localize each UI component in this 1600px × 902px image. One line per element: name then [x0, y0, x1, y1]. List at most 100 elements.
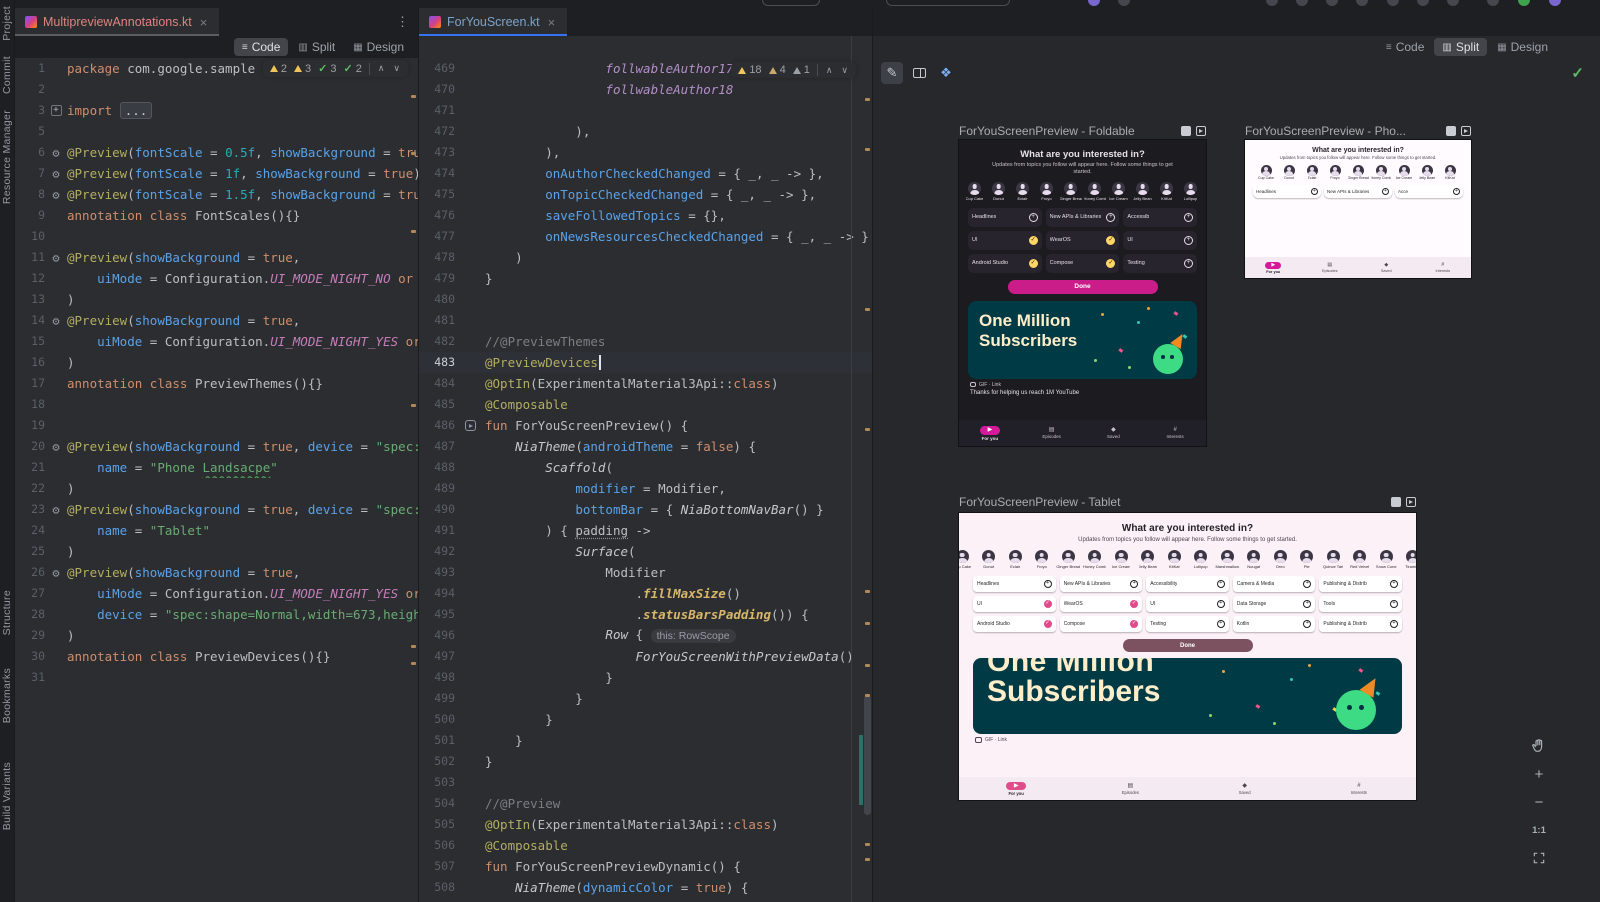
pencil-icon[interactable]: ✎	[881, 62, 903, 84]
topic-chip[interactable]: Android Studio✓	[973, 616, 1056, 632]
author-item[interactable]: Donut	[977, 550, 1002, 569]
followed-check-icon[interactable]: ✓	[1044, 600, 1052, 608]
author-item[interactable]: Quince Tart	[1321, 550, 1346, 569]
followed-check-icon[interactable]: ✓	[1130, 600, 1138, 608]
titlebar-icon[interactable]	[1356, 0, 1368, 6]
code-line[interactable]: 476 saveFollowedTopics = {},	[419, 205, 872, 226]
author-item[interactable]: Ice Cream	[1394, 165, 1415, 180]
follow-plus-icon[interactable]: +	[1106, 213, 1115, 222]
nav-item-interests[interactable]: #Interests	[1144, 427, 1206, 439]
close-tab-icon[interactable]: ×	[198, 14, 210, 31]
author-item[interactable]: Ginger Bread	[1056, 550, 1081, 569]
preview-settings-gear-icon[interactable]: ⚙	[52, 189, 59, 201]
code-line[interactable]: 487 NiaTheme(androidTheme = false) {	[419, 436, 872, 457]
titlebar-icon[interactable]	[1387, 0, 1399, 6]
code-line[interactable]: 484@OptIn(ExperimentalMaterial3Api::clas…	[419, 373, 872, 394]
titlebar-icon[interactable]	[1266, 0, 1278, 6]
follow-plus-icon[interactable]: +	[1029, 213, 1038, 222]
code-area[interactable]: 469 follwableAuthor17,470 follwableAutho…	[419, 58, 872, 898]
view-mode-design[interactable]: ▦Design	[1489, 38, 1556, 56]
titlebar-widget[interactable]	[762, 0, 820, 6]
zoom-out-button[interactable]: −	[1528, 791, 1550, 813]
followed-check-icon[interactable]: ✓	[1044, 620, 1052, 628]
tool-window-button-structure[interactable]: Structure	[1, 590, 13, 635]
code-line[interactable]: 501 }	[419, 730, 872, 751]
code-line[interactable]: 24 name = "Tablet"	[15, 520, 418, 541]
view-mode-design[interactable]: ▦Design	[345, 38, 412, 56]
zoom-in-button[interactable]: +	[1528, 763, 1550, 785]
followed-check-icon[interactable]: ✓	[1106, 236, 1115, 245]
code-line[interactable]: 508 NiaTheme(dynamicColor = true) {	[419, 877, 872, 898]
authors-row[interactable]: Cup CakeDonutEclairFroyoGinger BreadHone…	[959, 550, 1416, 569]
topic-chip[interactable]: Headlines+	[973, 576, 1056, 592]
follow-plus-icon[interactable]: +	[1130, 580, 1138, 588]
author-item[interactable]: Snow Cone	[1374, 550, 1399, 569]
author-item[interactable]: Ginger Bread	[1060, 182, 1082, 201]
preview-foldable-card[interactable]: What are you interested in?Updates from …	[959, 140, 1206, 446]
topic-chip[interactable]: Publishing & Distrib+	[1319, 616, 1402, 632]
preview-settings-gear-icon[interactable]: ⚙	[52, 504, 59, 516]
inspection-warning[interactable]: 1	[793, 64, 810, 76]
author-item[interactable]: Donut	[988, 182, 1010, 201]
code-line[interactable]: 505@OptIn(ExperimentalMaterial3Api::clas…	[419, 814, 872, 835]
inspection-ok[interactable]: ✓3	[318, 62, 336, 75]
code-area[interactable]: 1package com.google.sample23+import ...5…	[15, 58, 418, 688]
code-editor[interactable]: 469 follwableAuthor17,470 follwableAutho…	[419, 36, 872, 902]
inspection-ok[interactable]: ✓2	[343, 62, 361, 75]
author-item[interactable]: Jelly Bean	[1417, 165, 1438, 180]
author-item[interactable]: Lollipop	[1189, 550, 1214, 569]
topic-chip[interactable]: UI+	[1146, 596, 1229, 612]
follow-plus-icon[interactable]: +	[1184, 213, 1193, 222]
nav-item-for-you[interactable]: ▶For you	[959, 782, 1073, 796]
topic-chip[interactable]: Kotlin+	[1233, 616, 1316, 632]
author-item[interactable]: Honey Comb	[1083, 550, 1108, 569]
author-item[interactable]: Lollipop	[1180, 182, 1202, 201]
titlebar-icon[interactable]	[1487, 0, 1499, 6]
author-item[interactable]: Eclair	[1003, 550, 1028, 569]
code-line[interactable]: 482//@PreviewThemes	[419, 331, 872, 352]
code-line[interactable]: 30annotation class PreviewDevices(){}	[15, 646, 418, 667]
inspection-warning[interactable]: 2	[270, 63, 287, 75]
run-preview-gutter-icon[interactable]	[465, 420, 476, 431]
code-line[interactable]: 471	[419, 100, 872, 121]
inspection-warning[interactable]: 3	[294, 63, 311, 75]
code-line[interactable]: 2	[15, 79, 418, 100]
preview-settings-gear-icon[interactable]: ⚙	[52, 168, 59, 180]
code-line[interactable]: 495 .statusBarsPadding()) {	[419, 604, 872, 625]
inspections-widget[interactable]: 1841∧∨	[731, 62, 856, 78]
topic-chip[interactable]: Headlines+	[968, 208, 1042, 227]
code-line[interactable]: 8⚙@Preview(fontScale = 1.5f, showBackgro…	[15, 184, 418, 205]
next-issue-button[interactable]: ∨	[840, 65, 849, 76]
follow-plus-icon[interactable]: +	[1390, 620, 1398, 628]
topic-chip[interactable]: UI+	[1123, 231, 1197, 250]
author-item[interactable]: KitKat	[1440, 165, 1461, 180]
author-item[interactable]: Ginger Bread	[1348, 165, 1369, 180]
code-line[interactable]: 18	[15, 394, 418, 415]
interactive-preview-icon[interactable]	[1446, 126, 1456, 136]
author-item[interactable]: Cup Cake	[959, 550, 975, 569]
code-line[interactable]: 477 onNewsResourcesCheckedChanged = { _,…	[419, 226, 872, 247]
author-item[interactable]: Froyo	[1030, 550, 1055, 569]
code-line[interactable]: 490 bottomBar = { NiaBottomNavBar() }	[419, 499, 872, 520]
code-line[interactable]: 481	[419, 310, 872, 331]
titlebar-icon[interactable]	[1326, 0, 1338, 6]
inspection-warning[interactable]: 4	[769, 64, 786, 76]
code-line[interactable]: 494 .fillMaxSize()	[419, 583, 872, 604]
follow-plus-icon[interactable]: +	[1311, 188, 1318, 195]
code-line[interactable]: 9annotation class FontScales(){}	[15, 205, 418, 226]
code-line[interactable]: 10	[15, 226, 418, 247]
run-preview-icon[interactable]	[1406, 497, 1416, 507]
topic-chip[interactable]: Publishing & Distrib+	[1319, 576, 1402, 592]
follow-plus-icon[interactable]: +	[1217, 620, 1225, 628]
code-line[interactable]: 498 }	[419, 667, 872, 688]
code-line[interactable]: 475 onTopicCheckedChanged = { _, _ -> },	[419, 184, 872, 205]
done-button[interactable]: Done	[1008, 280, 1158, 294]
nav-item-saved[interactable]: ◆Saved	[1083, 427, 1145, 439]
topic-chip[interactable]: New APIs & Libraries+	[1324, 185, 1392, 198]
topic-chip[interactable]: UI✓	[973, 596, 1056, 612]
code-line[interactable]: 474 onAuthorCheckedChanged = { _, _ -> }…	[419, 163, 872, 184]
titlebar-icon[interactable]	[1088, 0, 1100, 6]
code-line[interactable]: 489 modifier = Modifier,	[419, 478, 872, 499]
author-item[interactable]: KitKat	[1162, 550, 1187, 569]
author-item[interactable]: Ice Cream	[1108, 182, 1130, 201]
